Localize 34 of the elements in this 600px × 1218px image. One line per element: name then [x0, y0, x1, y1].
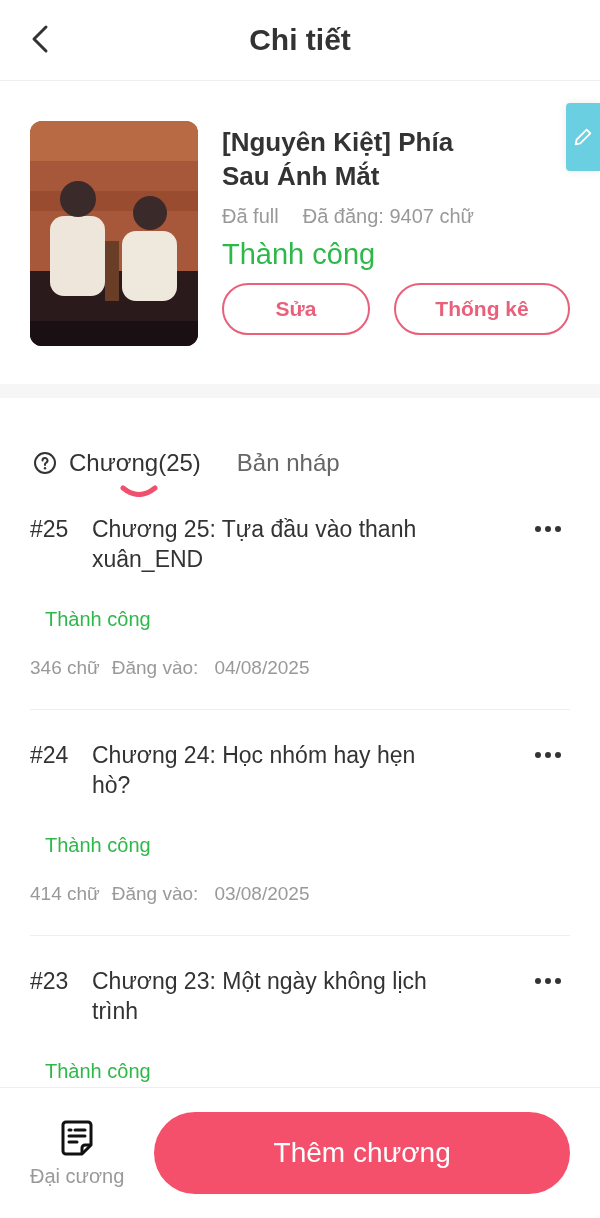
chapter-number: #25 [30, 515, 70, 544]
chapter-word-count: 346 chữ [30, 657, 100, 679]
outline-button[interactable]: Thống kê [394, 283, 570, 335]
tab[interactable]: Bản nháp [236, 449, 340, 477]
page-title: Chi tiết [249, 23, 351, 57]
chapter-number: #24 [30, 741, 70, 770]
more-icon[interactable] [534, 977, 562, 985]
pencil-icon [572, 126, 594, 148]
back-icon[interactable] [30, 24, 50, 54]
more-icon[interactable] [534, 751, 562, 759]
tab[interactable]: Chương(25) [69, 449, 201, 477]
publish-status: Thành công [222, 238, 377, 271]
completion-status: Đã full [222, 205, 279, 228]
posted-date: 04/08/2025 [214, 657, 310, 679]
chapter-number: #23 [30, 967, 70, 996]
document-icon [59, 1118, 96, 1157]
more-icon[interactable] [534, 525, 562, 533]
chapter-title[interactable]: Chương 23: Một ngày không lịch trình [92, 966, 457, 1026]
posted-label: Đăng vào: [111, 883, 199, 905]
chapter-word-count: 414 chữ [30, 883, 100, 905]
book-title: [Nguyên Kiệt] Phía Sau Ánh Mắt [222, 126, 455, 193]
word-count: Đã đăng: 9407 chữ [302, 205, 474, 228]
selected-indicator-icon [119, 485, 159, 497]
chapter-status: Thành công [45, 834, 152, 857]
chapter-status: Thành công [45, 1060, 152, 1083]
chapter-status: Thành công [45, 608, 152, 631]
chapter-title[interactable]: Chương 24: Học nhóm hay hẹn hò? [92, 740, 457, 800]
outline-nav-item[interactable]: Đại cương [30, 1118, 125, 1188]
posted-label: Đăng vào: [111, 657, 199, 679]
outline-button[interactable]: Sửa [222, 283, 370, 335]
posted-date: 03/08/2025 [214, 883, 310, 905]
chapter-title[interactable]: Chương 25: Tựa đầu vào thanh xuân_END [92, 514, 457, 574]
help-icon[interactable] [33, 451, 57, 475]
add-chapter-button[interactable]: Thêm chương [154, 1112, 570, 1194]
